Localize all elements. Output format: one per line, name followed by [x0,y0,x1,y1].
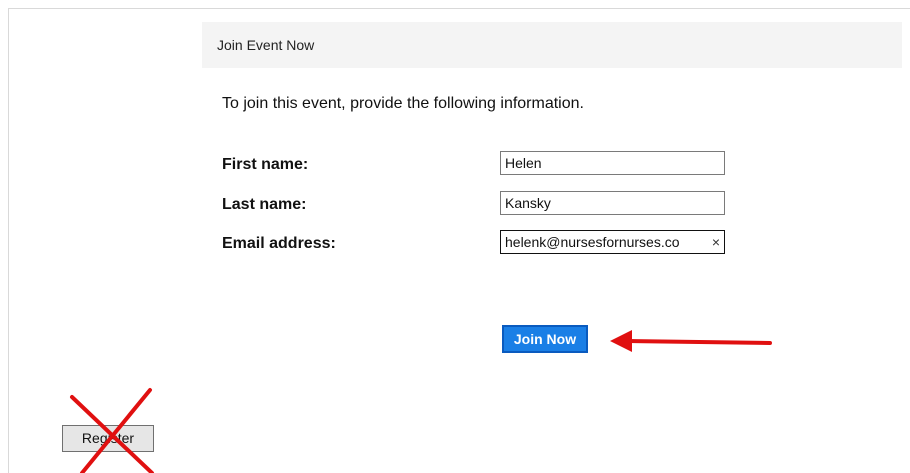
email-label: Email address: [222,235,336,252]
page-frame [8,8,910,473]
join-now-button[interactable]: Join Now [502,325,588,353]
panel-title: Join Event Now [217,37,315,53]
first-name-field[interactable] [500,151,725,175]
last-name-label: Last name: [222,196,307,213]
clear-icon[interactable]: × [712,232,720,252]
last-name-field[interactable] [500,191,725,215]
panel-header: Join Event Now [202,22,902,68]
first-name-label: First name: [222,156,309,173]
register-button[interactable]: Register [62,425,154,452]
email-field-wrapper: × [500,230,725,254]
email-field[interactable] [501,231,706,253]
form-intro-text: To join this event, provide the followin… [222,95,584,112]
